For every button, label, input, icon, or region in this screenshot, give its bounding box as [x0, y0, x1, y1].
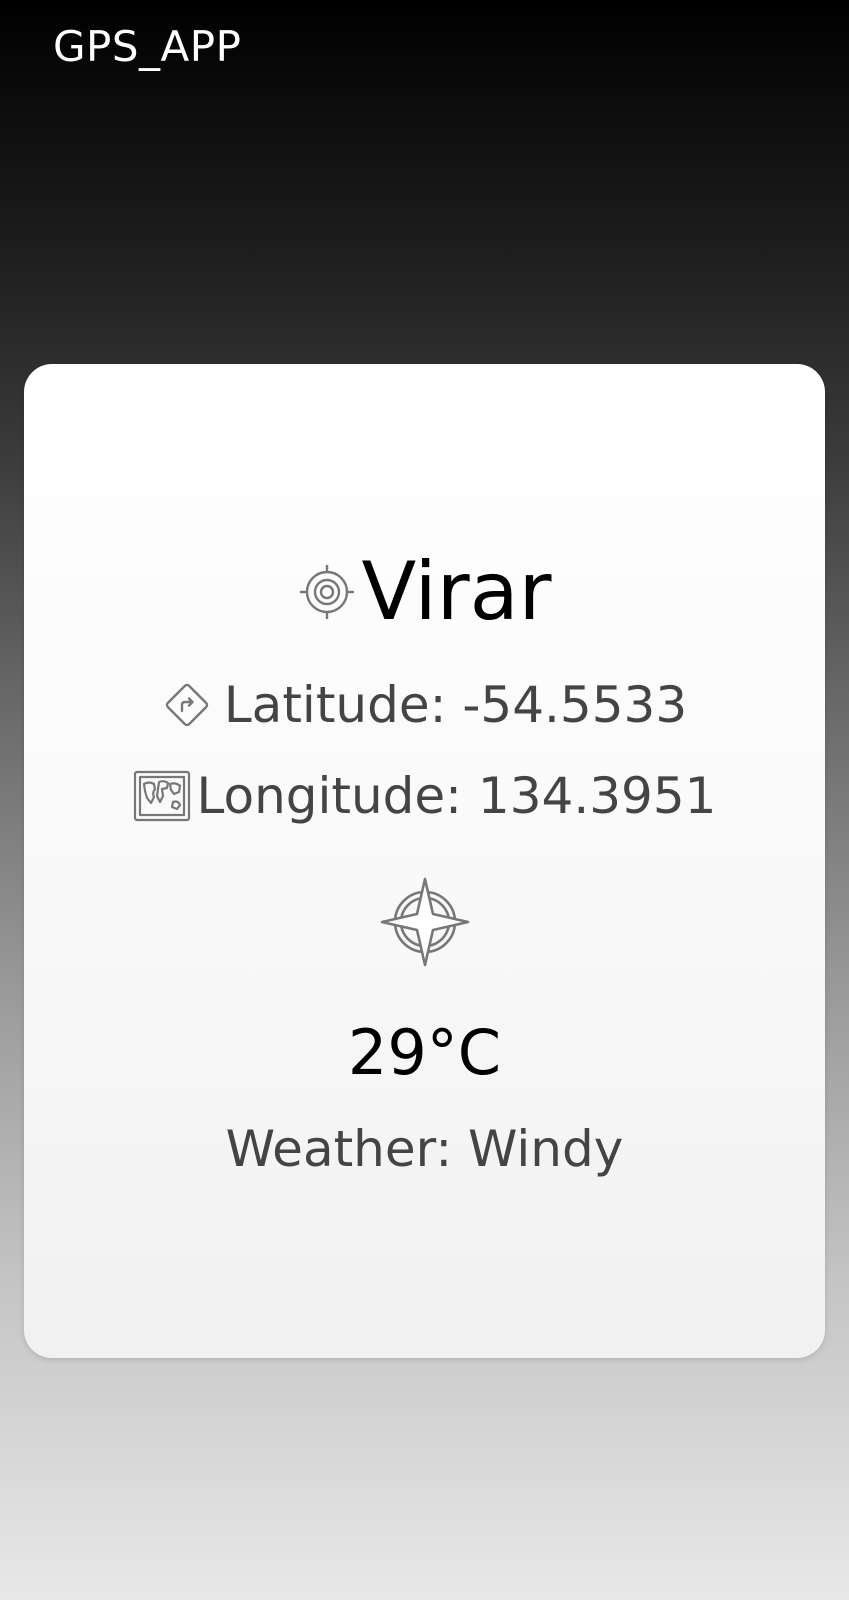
weather-condition: Weather: Windy [225, 1120, 624, 1178]
city-name: Virar [361, 545, 552, 638]
temperature-value: 29°C [347, 1016, 502, 1089]
weather-row: Weather: Windy [24, 1124, 825, 1174]
city-row: Virar [24, 552, 825, 632]
compass-icon [377, 874, 473, 970]
longitude-row: Longitude: 134.3951 [24, 770, 825, 822]
compass-row [24, 874, 825, 970]
direction-sign-icon [162, 680, 212, 730]
app-title: GPS_APP [53, 22, 242, 71]
longitude-text: Longitude: 134.3951 [196, 767, 717, 825]
latitude-text: Latitude: -54.5533 [223, 676, 688, 734]
gps-target-icon [298, 563, 356, 621]
latitude-row: Latitude: -54.5533 [24, 680, 825, 730]
location-card: Virar Latitude: -54.5533 Longitude: 134.… [24, 364, 825, 1358]
world-map-icon [133, 770, 191, 822]
temperature-row: 29°C [24, 1022, 825, 1084]
